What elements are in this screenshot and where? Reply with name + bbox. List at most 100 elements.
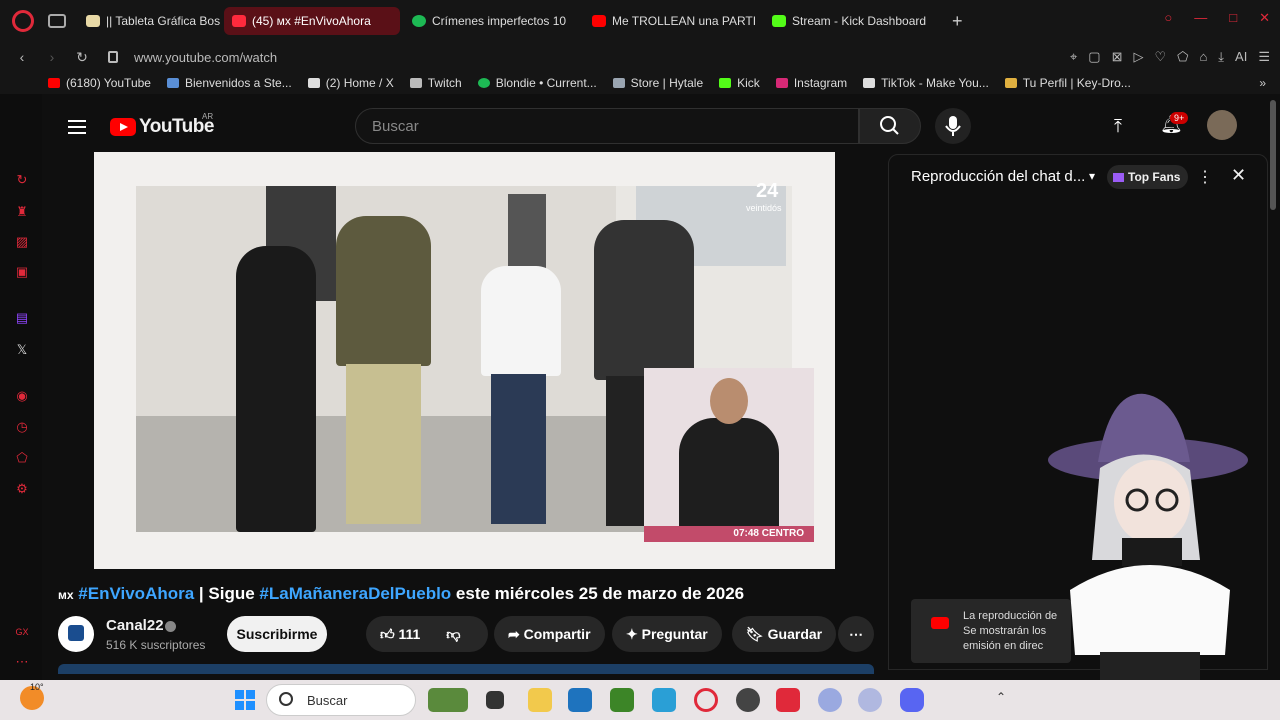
- hashtag-link[interactable]: #EnVivoAhora: [78, 584, 194, 603]
- bookmark-label: Tu Perfil | Key-Dro...: [1022, 76, 1131, 90]
- opera-menu-icon[interactable]: [12, 10, 34, 32]
- tiktok-studio-icon[interactable]: [776, 688, 800, 712]
- file-explorer-icon[interactable]: [528, 688, 552, 712]
- browser-tab-strip: || Tableta Gráfica Bosto 12 (45) ᴍx #EnV…: [0, 0, 1280, 42]
- new-tab-button[interactable]: +: [952, 11, 963, 32]
- tool-app-icon[interactable]: [858, 688, 882, 712]
- task-view-icon[interactable]: [486, 691, 504, 709]
- tab-2[interactable]: Crímenes imperfectos 10: [404, 7, 580, 35]
- obs-icon[interactable]: [736, 688, 760, 712]
- microsoft-store-icon[interactable]: [568, 688, 592, 712]
- tray-overflow-icon[interactable]: ⌃: [996, 690, 1006, 704]
- start-button[interactable]: [235, 690, 255, 710]
- share-button[interactable]: ➦ Compartir: [494, 616, 605, 652]
- subscribe-button[interactable]: Suscribirme: [227, 616, 327, 652]
- forward-button[interactable]: ›: [44, 49, 60, 65]
- youtube-logo[interactable]: YouTube AR: [110, 112, 214, 138]
- bookmark-item[interactable]: TikTok - Make You...: [863, 76, 989, 90]
- photos-icon[interactable]: [652, 688, 676, 712]
- messenger-icon[interactable]: ▣: [14, 264, 30, 280]
- bookmark-item[interactable]: Instagram: [775, 76, 847, 90]
- bookmark-item[interactable]: (6180) YouTube: [48, 76, 151, 90]
- hashtag-link[interactable]: #LaMañaneraDelPueblo: [259, 584, 451, 603]
- player-icon[interactable]: ◉: [14, 388, 30, 404]
- video-player[interactable]: 07:48 CENTRO 24 veintidós: [94, 152, 835, 569]
- player-icon[interactable]: ▷: [1133, 49, 1143, 65]
- settings-icon[interactable]: ⚙: [14, 481, 30, 497]
- games-icon[interactable]: ♜: [14, 204, 30, 220]
- tab-3[interactable]: Me TROLLEAN una PARTI: [584, 7, 760, 35]
- chat-more-icon[interactable]: ⋮: [1197, 167, 1213, 187]
- adblock-icon[interactable]: ⊠: [1112, 49, 1123, 65]
- bookmark-label: Blondie • Current...: [495, 76, 597, 90]
- maximize-button[interactable]: □: [1229, 10, 1237, 26]
- description-box-edge[interactable]: [58, 664, 874, 674]
- chat-title[interactable]: Reproducción del chat d...: [911, 168, 1085, 185]
- kick-icon: [719, 78, 732, 88]
- close-icon[interactable]: ✕: [1231, 165, 1246, 186]
- profile-icon[interactable]: ⌂: [1199, 49, 1207, 65]
- taskbar-search-input[interactable]: Buscar: [266, 684, 416, 716]
- vtuber-app-icon[interactable]: [818, 688, 842, 712]
- voice-search-button[interactable]: [935, 108, 971, 144]
- opera-gx-taskbar-icon[interactable]: [694, 688, 718, 712]
- history-icon[interactable]: ↻: [14, 172, 30, 188]
- tab-islands-icon[interactable]: [48, 14, 66, 28]
- easy-setup-icon[interactable]: ☰: [1258, 49, 1270, 65]
- url-field[interactable]: www.youtube.com/watch: [134, 50, 277, 65]
- pin-icon[interactable]: ⌖: [1070, 49, 1077, 65]
- tab-0[interactable]: || Tableta Gráfica Bosto 12: [78, 7, 220, 35]
- bookmark-item[interactable]: Blondie • Current...: [477, 76, 597, 90]
- extensions-icon[interactable]: ⬠: [14, 450, 30, 466]
- search-tabs-icon[interactable]: ○: [1164, 10, 1172, 26]
- speaker-icon[interactable]: [232, 15, 246, 27]
- ask-button[interactable]: ✦ Preguntar: [612, 616, 722, 652]
- gx-icon[interactable]: GX: [14, 624, 30, 640]
- gx-corner-icon[interactable]: ▨: [14, 234, 30, 250]
- bookmark-item[interactable]: Twitch: [409, 76, 462, 90]
- extensions-icon[interactable]: ⬠: [1177, 49, 1188, 65]
- bookmark-item[interactable]: (2) Home / X: [307, 76, 394, 90]
- tab-4[interactable]: Stream - Kick Dashboard: [764, 7, 940, 35]
- account-avatar[interactable]: [1207, 110, 1237, 140]
- bookmark-label: (2) Home / X: [325, 76, 394, 90]
- menu-icon[interactable]: [68, 120, 86, 134]
- like-button[interactable]: 👍︎ 111: [380, 626, 420, 642]
- close-window-button[interactable]: ✕: [1259, 10, 1270, 26]
- discord-icon[interactable]: [900, 688, 924, 712]
- search-input[interactable]: Buscar: [355, 108, 859, 144]
- minimize-button[interactable]: —: [1194, 10, 1207, 26]
- x-icon[interactable]: 𝕏: [14, 342, 30, 358]
- aria-ai-button[interactable]: AI: [1235, 49, 1247, 65]
- channel-avatar[interactable]: [58, 616, 94, 652]
- channel-name[interactable]: Canal22: [106, 617, 164, 634]
- page-scrollbar[interactable]: [1270, 100, 1276, 210]
- twitch-icon[interactable]: ▤: [14, 310, 30, 326]
- download-icon[interactable]: ⤓: [1218, 49, 1224, 65]
- snapshot-icon[interactable]: ▢: [1088, 49, 1100, 65]
- dislike-button[interactable]: 👎︎: [446, 626, 460, 642]
- sign-language-interpreter: [644, 368, 814, 528]
- more-actions-button[interactable]: ⋯: [838, 616, 874, 652]
- minecraft-icon[interactable]: [610, 688, 634, 712]
- heart-icon[interactable]: ♡: [1154, 49, 1166, 65]
- lock-icon[interactable]: [108, 51, 118, 63]
- bookmark-item[interactable]: Kick: [719, 76, 760, 90]
- vtuber-figure: [1048, 393, 1248, 680]
- bookmark-item[interactable]: Tu Perfil | Key-Dro...: [1004, 76, 1131, 90]
- bookmark-item[interactable]: Bienvenidos a Ste...: [166, 76, 292, 90]
- save-button[interactable]: 🔖︎ Guardar: [732, 616, 837, 652]
- create-upload-icon[interactable]: ⤒: [1114, 116, 1122, 137]
- chevron-down-icon[interactable]: ▾: [1089, 169, 1095, 183]
- clock-icon[interactable]: ◷: [14, 419, 30, 435]
- more-icon[interactable]: ⋯: [14, 654, 30, 670]
- reload-button[interactable]: ↻: [74, 49, 90, 66]
- top-fans-button[interactable]: Top Fans: [1107, 165, 1189, 189]
- search-button[interactable]: [859, 108, 921, 144]
- tab-favicon: [86, 15, 100, 27]
- back-button[interactable]: ‹: [14, 49, 30, 65]
- tab-1[interactable]: (45) ᴍx #EnVivoAhora: [224, 7, 400, 35]
- search-highlight-icon[interactable]: [428, 688, 468, 712]
- bookmarks-overflow-icon[interactable]: »: [1259, 76, 1266, 90]
- bookmark-item[interactable]: Store | Hytale: [612, 76, 703, 90]
